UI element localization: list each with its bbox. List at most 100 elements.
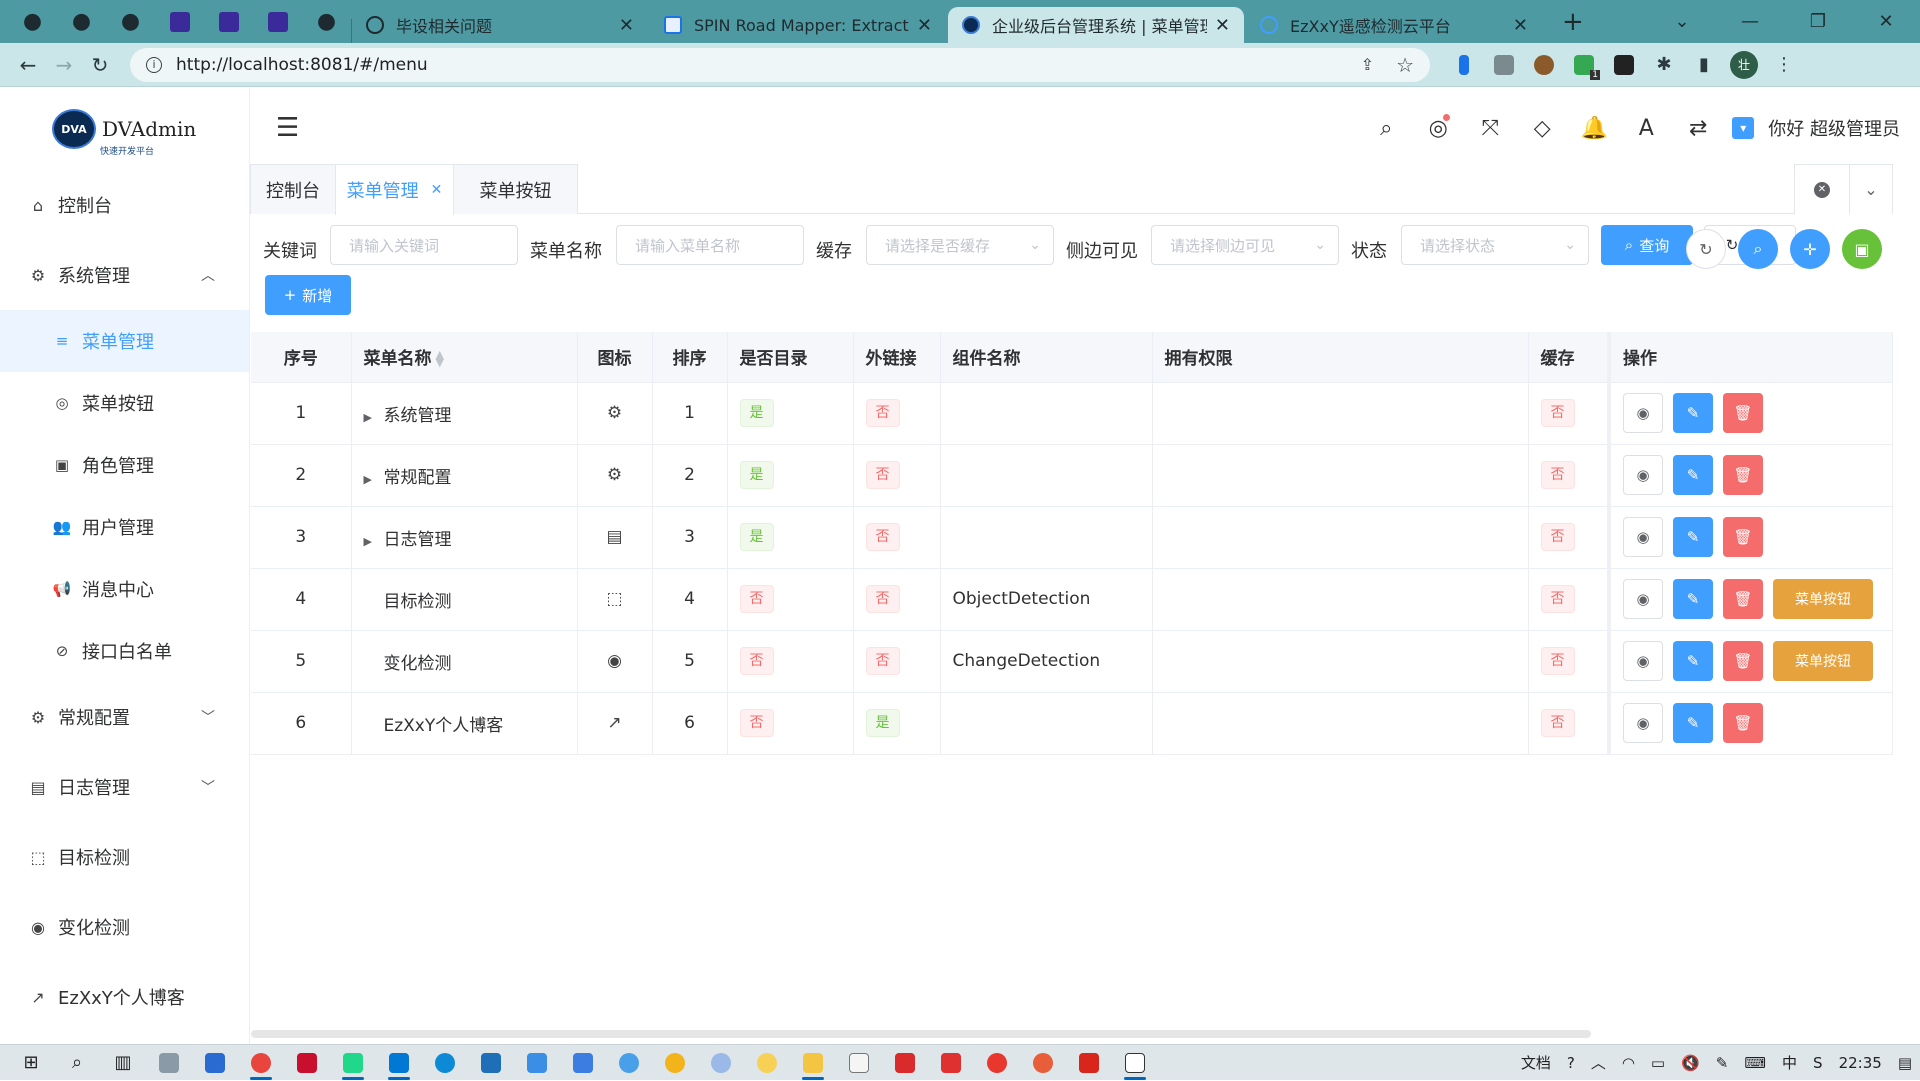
tag-menu-management[interactable]: 菜单管理 ✕ bbox=[335, 164, 454, 215]
share-icon[interactable]: ⇪ bbox=[1361, 55, 1374, 74]
close-tab-icon[interactable]: ✕ bbox=[917, 15, 932, 36]
pinned-tab-github-1[interactable]: ● bbox=[8, 0, 57, 43]
horizontal-scrollbar[interactable] bbox=[251, 1030, 1591, 1038]
taskbar-shield-icon[interactable] bbox=[192, 1045, 238, 1081]
taskbar-app-icon[interactable] bbox=[744, 1045, 790, 1081]
sidebar-item-users[interactable]: 👥 用户管理 bbox=[0, 496, 249, 558]
user-greeting[interactable]: 你好 超级管理员 bbox=[1768, 115, 1900, 141]
taskbar-chrome-icon[interactable] bbox=[238, 1045, 284, 1081]
sidebar-item-menu-buttons[interactable]: ◎ 菜单按钮 bbox=[0, 372, 249, 434]
taskbar-app-icon[interactable] bbox=[698, 1045, 744, 1081]
menu-name-input[interactable]: 请输入菜单名称 bbox=[616, 225, 804, 265]
forward-button[interactable]: → bbox=[46, 53, 82, 77]
notifications-icon[interactable]: ▤ bbox=[1898, 1054, 1912, 1072]
pinned-tab-github-2[interactable]: ● bbox=[57, 0, 106, 43]
taskbar-app-icon[interactable] bbox=[560, 1045, 606, 1081]
back-button[interactable]: ← bbox=[10, 53, 46, 77]
battery-icon[interactable]: ▭ bbox=[1651, 1054, 1665, 1072]
profile-avatar[interactable]: 壮 bbox=[1724, 50, 1764, 80]
tags-dropdown-button[interactable]: ⌄ bbox=[1849, 164, 1893, 214]
view-button[interactable]: ◉ bbox=[1623, 579, 1663, 619]
sidebar-item-logs[interactable]: ▤ 日志管理 ﹀ bbox=[0, 752, 249, 822]
close-tag-icon[interactable]: ✕ bbox=[431, 182, 443, 198]
taskbar-app-icon[interactable] bbox=[514, 1045, 560, 1081]
taskbar-app-icon[interactable] bbox=[974, 1045, 1020, 1081]
minimize-button[interactable]: — bbox=[1716, 0, 1784, 43]
maximize-button[interactable]: ❐ bbox=[1784, 0, 1852, 43]
sidebar-item-messages[interactable]: 📢 消息中心 bbox=[0, 558, 249, 620]
pinned-tab-github-4[interactable]: ● bbox=[302, 0, 351, 43]
ime-label[interactable]: 文档 bbox=[1521, 1052, 1551, 1073]
view-button[interactable]: ◉ bbox=[1623, 641, 1663, 681]
add-button[interactable]: + 新增 bbox=[265, 275, 351, 315]
tag-menu-buttons[interactable]: 菜单按钮 bbox=[453, 164, 578, 214]
taskbar-edge-icon[interactable] bbox=[422, 1045, 468, 1081]
edit-button[interactable]: ✎ bbox=[1673, 517, 1713, 557]
cache-select[interactable]: 请选择是否缓存 ⌄ bbox=[866, 225, 1054, 265]
close-window-button[interactable]: ✕ bbox=[1852, 0, 1920, 43]
keyboard-icon[interactable]: ⌨ bbox=[1744, 1054, 1766, 1072]
sidebar-item-menu-management[interactable]: ≡ 菜单管理 bbox=[0, 310, 249, 372]
edit-button[interactable]: ✎ bbox=[1673, 455, 1713, 495]
delete-button[interactable]: 🗑 bbox=[1723, 703, 1763, 743]
cookie-extension-icon[interactable] bbox=[1524, 50, 1564, 80]
side-panel-icon[interactable]: ▮ bbox=[1684, 50, 1724, 80]
taskbar-app-icon[interactable] bbox=[882, 1045, 928, 1081]
browser-tab-active[interactable]: 企业级后台管理系统 | 菜单管理 ✕ bbox=[948, 7, 1244, 43]
expand-caret-icon[interactable]: ▶ bbox=[364, 411, 376, 424]
fullscreen-icon[interactable]: ⤧ bbox=[1464, 116, 1516, 141]
edit-button[interactable]: ✎ bbox=[1673, 579, 1713, 619]
toggle-search-button[interactable]: ⌕ bbox=[1738, 229, 1778, 269]
expand-caret-icon[interactable]: ▶ bbox=[364, 535, 376, 548]
site-info-icon[interactable]: i bbox=[146, 56, 162, 73]
chevron-up-icon[interactable]: ︿ bbox=[1591, 1052, 1606, 1073]
shield-extension-icon[interactable]: 1 bbox=[1564, 50, 1604, 80]
keyword-input[interactable]: 请输入关键词 bbox=[330, 225, 518, 265]
close-tab-icon[interactable]: ✕ bbox=[1513, 15, 1528, 36]
hamburger-menu-icon[interactable]: ☰ bbox=[276, 113, 299, 143]
browser-tab[interactable]: 毕设相关问题 ✕ bbox=[352, 7, 648, 43]
sidebar-item-system[interactable]: ⚙ 系统管理 ︿ bbox=[0, 240, 249, 310]
view-button[interactable]: ◉ bbox=[1623, 703, 1663, 743]
puzzle-extensions-icon[interactable]: ✱ bbox=[1644, 50, 1684, 80]
taskbar-file-explorer-icon[interactable] bbox=[790, 1045, 836, 1081]
expand-caret-icon[interactable]: ▶ bbox=[364, 473, 376, 486]
refresh-table-button[interactable]: ↻ bbox=[1686, 229, 1726, 269]
pinned-tab-app-1[interactable] bbox=[155, 0, 204, 43]
translate-icon[interactable]: ⇄ bbox=[1672, 116, 1724, 141]
help-icon[interactable]: ? bbox=[1567, 1054, 1575, 1072]
input-mode-icon[interactable]: 中 bbox=[1782, 1052, 1797, 1073]
pen-icon[interactable]: ✎ bbox=[1716, 1054, 1729, 1072]
delete-button[interactable]: 🗑 bbox=[1723, 517, 1763, 557]
delete-button[interactable]: 🗑 bbox=[1723, 393, 1763, 433]
delete-button[interactable]: 🗑 bbox=[1723, 579, 1763, 619]
address-bar[interactable]: i http://localhost:8081/#/menu ⇪ ☆ bbox=[130, 47, 1430, 82]
taskbar-notepad-icon[interactable] bbox=[836, 1045, 882, 1081]
wifi-icon[interactable]: ◠ bbox=[1622, 1054, 1635, 1072]
pinned-tab-app-2[interactable] bbox=[204, 0, 253, 43]
sidebar-item-dashboard[interactable]: ⌂ 控制台 bbox=[0, 170, 249, 240]
bell-icon[interactable]: 🔔 bbox=[1568, 116, 1620, 141]
tab-search-chevron-icon[interactable]: ⌄ bbox=[1648, 0, 1716, 43]
taskbar-app-icon[interactable] bbox=[468, 1045, 514, 1081]
task-view-icon[interactable]: ▥ bbox=[100, 1045, 146, 1081]
export-button[interactable]: ▣ bbox=[1842, 229, 1882, 269]
notification-target-icon[interactable]: ◎ bbox=[1412, 113, 1464, 141]
antivirus-icon[interactable]: S bbox=[1813, 1054, 1823, 1072]
search-icon[interactable]: ⌕ bbox=[1360, 116, 1412, 141]
taskbar-app-icon[interactable] bbox=[1066, 1045, 1112, 1081]
view-button[interactable]: ◉ bbox=[1623, 517, 1663, 557]
menu-button-button[interactable]: 菜单按钮 bbox=[1773, 579, 1873, 619]
query-button[interactable]: ⌕ 查询 bbox=[1601, 225, 1693, 265]
new-tab-button[interactable]: + bbox=[1544, 0, 1602, 43]
view-button[interactable]: ◉ bbox=[1623, 455, 1663, 495]
sidebar-visible-select[interactable]: 请选择侧边可见 ⌄ bbox=[1151, 225, 1339, 265]
taskbar-app-icon[interactable] bbox=[606, 1045, 652, 1081]
taskbar-typora-icon[interactable] bbox=[1112, 1045, 1158, 1081]
taskbar-vscode-icon[interactable] bbox=[376, 1045, 422, 1081]
sidebar-item-roles[interactable]: ▣ 角色管理 bbox=[0, 434, 249, 496]
view-button[interactable]: ◉ bbox=[1623, 393, 1663, 433]
diamond-icon[interactable]: ◇ bbox=[1516, 116, 1568, 141]
search-icon[interactable]: ⌕ bbox=[54, 1045, 100, 1081]
browser-menu-icon[interactable]: ⋮ bbox=[1764, 50, 1804, 80]
